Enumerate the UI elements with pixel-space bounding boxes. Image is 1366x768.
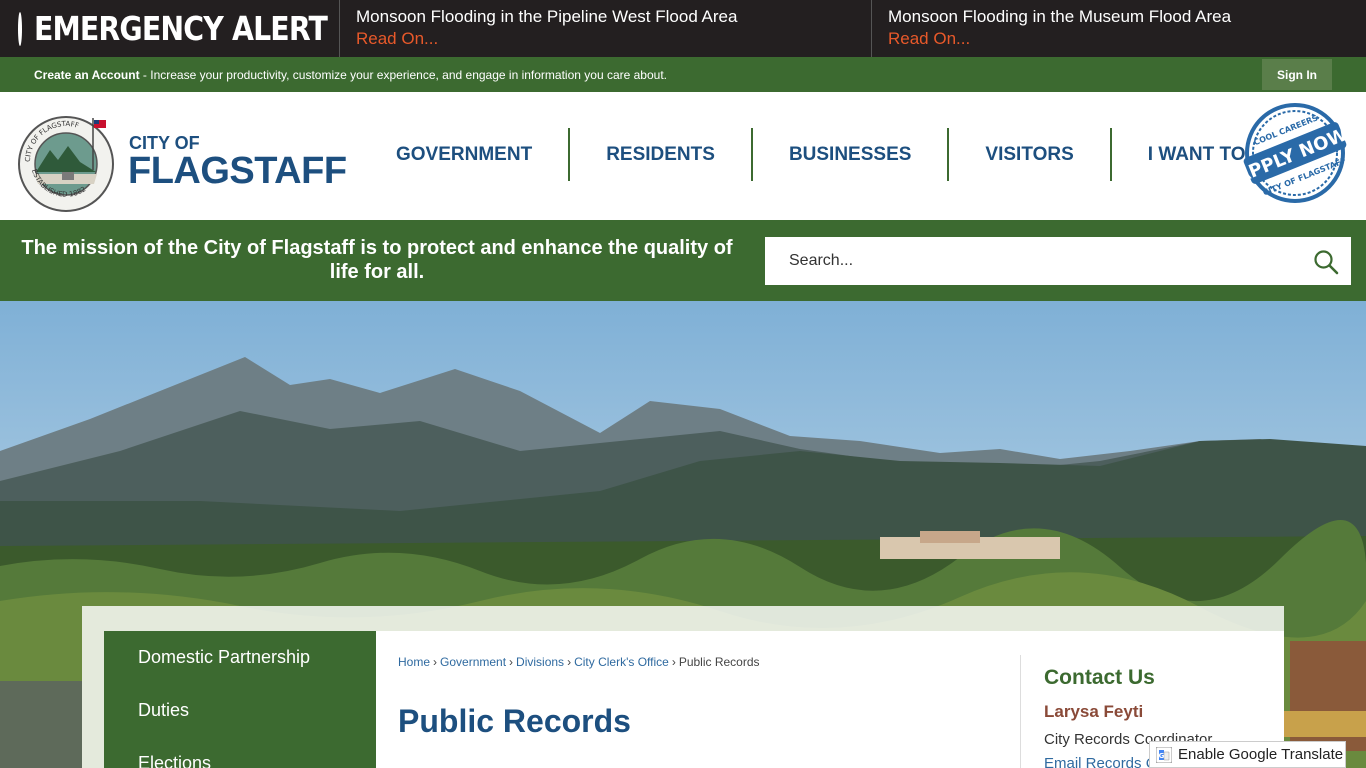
content-divider — [1020, 655, 1021, 768]
breadcrumb-separator: › — [671, 655, 676, 669]
alert-read-on-link[interactable]: Read On... — [356, 28, 871, 50]
contact-name: Larysa Feyti — [1044, 702, 1144, 721]
breadcrumb-government[interactable]: Government — [440, 655, 506, 669]
search-icon[interactable] — [1313, 249, 1339, 275]
emergency-alert-title: EMERGENCY ALERT — [34, 9, 328, 48]
city-seal-logo[interactable]: CITY OF FLAGSTAFF ESTABLISHED 1882 — [16, 112, 116, 212]
google-translate-button[interactable]: G Enable Google Translate — [1149, 741, 1346, 768]
emergency-alert-bar: EMERGENCY ALERT Monsoon Flooding in the … — [0, 0, 1366, 57]
breadcrumb: Home › Government › Divisions › City Clerk's O… — [398, 655, 760, 669]
sidenav-item-duties[interactable]: Duties — [104, 684, 376, 737]
breadcrumb-separator: › — [433, 655, 438, 669]
account-description: - Increase your productivity, customize … — [139, 67, 667, 82]
search-input[interactable] — [765, 252, 1285, 270]
alert-headline[interactable]: Monsoon Flooding in the Pipeline West Fl… — [356, 6, 871, 28]
logo-city-name[interactable]: FLAGSTAFF — [128, 150, 347, 193]
breadcrumb-separator: › — [567, 655, 572, 669]
sign-in-button[interactable]: Sign In — [1262, 59, 1332, 90]
nav-businesses[interactable]: BUSINESSES — [750, 128, 947, 181]
translate-label: Enable Google Translate — [1178, 746, 1344, 763]
sidenav-item-elections[interactable]: Elections — [104, 737, 376, 768]
alert-item[interactable]: Monsoon Flooding in the Pipeline West Fl… — [340, 0, 872, 57]
mission-statement: The mission of the City of Flagstaff is … — [21, 237, 733, 283]
sidenav-item-domestic-partnership[interactable]: Domestic Partnership — [104, 631, 376, 684]
breadcrumb-city-clerks-office[interactable]: City Clerk's Office — [574, 655, 669, 669]
contact-us-heading: Contact Us — [1044, 666, 1155, 689]
alert-headline[interactable]: Monsoon Flooding in the Museum Flood Are… — [888, 6, 1366, 28]
nav-residents[interactable]: RESIDENTS — [568, 128, 751, 181]
alert-beacon-icon — [18, 11, 22, 46]
google-translate-icon: G — [1156, 746, 1172, 763]
site-header: CITY OF FLAGSTAFF ESTABLISHED 1882 CITY … — [0, 92, 1366, 220]
emergency-alert-heading[interactable]: EMERGENCY ALERT — [0, 0, 340, 57]
create-account-link[interactable]: Create an Account — [34, 68, 140, 82]
svg-text:G: G — [1159, 752, 1165, 760]
breadcrumb-current: Public Records — [678, 655, 760, 669]
search-box — [765, 237, 1351, 285]
nav-visitors[interactable]: VISITORS — [947, 128, 1109, 181]
main-nav: GOVERNMENT RESIDENTS BUSINESSES VISITORS… — [360, 128, 1282, 181]
breadcrumb-separator: › — [509, 655, 514, 669]
alert-read-on-link[interactable]: Read On... — [888, 28, 1366, 50]
mission-search-band: The mission of the City of Flagstaff is … — [0, 220, 1366, 301]
account-bar: Create an Account - Increase your produc… — [0, 57, 1366, 92]
breadcrumb-home[interactable]: Home — [398, 655, 430, 669]
side-navigation: Domestic Partnership Duties Elections — [104, 631, 376, 768]
account-message: Create an Account - Increase your produc… — [0, 68, 667, 82]
breadcrumb-divisions[interactable]: Divisions — [516, 655, 564, 669]
page-title: Public Records — [398, 703, 631, 739]
nav-government[interactable]: GOVERNMENT — [360, 128, 568, 181]
alert-item[interactable]: Monsoon Flooding in the Museum Flood Are… — [872, 0, 1366, 57]
apply-now-badge[interactable]: APPLY NOW! COOL CAREERS CITY OF FLAGSTAF… — [1240, 103, 1350, 203]
